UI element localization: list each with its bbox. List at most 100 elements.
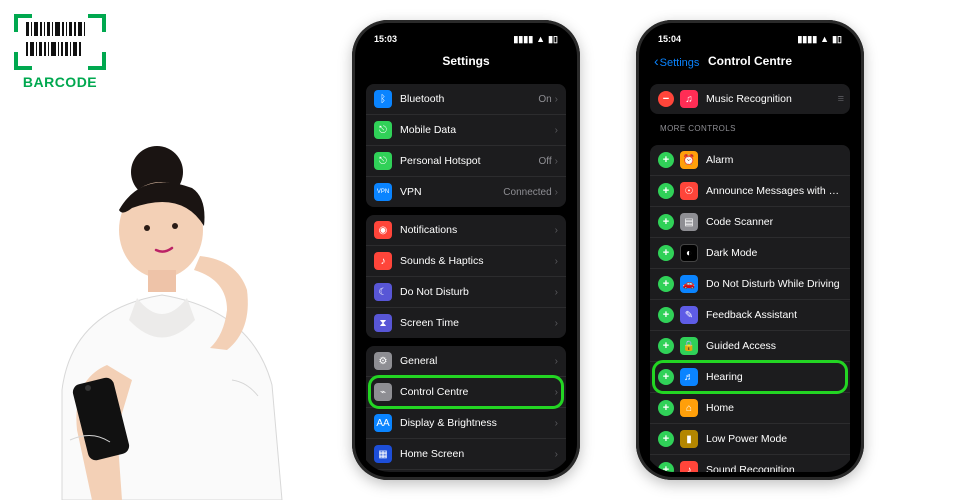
settings-row-control-centre[interactable]: ⌁ Control Centre› [366, 376, 566, 407]
more-row-dark-mode[interactable]: +◐Dark Mode [650, 237, 850, 268]
settings-group: ◉ Notifications › ♪Sounds & Haptics› ☾ Do Not… [366, 215, 566, 338]
settings-row-mobile-data[interactable]: ⎋ Mobile Data› [366, 114, 566, 145]
settings-row-sounds-haptics[interactable]: ♪Sounds & Haptics› [366, 245, 566, 276]
row-label: Notifications [400, 224, 555, 236]
vpn-icon: VPN [374, 183, 392, 201]
more-row-do-not-disturb-while-driving[interactable]: + 🚗 Do Not Disturb While Driving [650, 268, 850, 299]
settings-row-do-not-disturb[interactable]: ☾ Do Not Disturb› [366, 276, 566, 307]
music-icon: ♫ [680, 90, 698, 108]
add-button[interactable]: + [658, 245, 674, 261]
wifi-icon: ▲ [536, 34, 545, 44]
settings-row-general[interactable]: ⚙General› [366, 346, 566, 376]
darkmode-icon: ◐ [680, 244, 698, 262]
row-label: Alarm [706, 154, 842, 166]
status-time: 15:04 [658, 34, 681, 44]
display-icon: AA [374, 414, 392, 432]
add-button[interactable]: + [658, 214, 674, 230]
chevron-right-icon: › [555, 287, 558, 298]
more-controls-group: +⏰Alarm+☉Announce Messages with Siri+▤Co… [650, 145, 850, 472]
row-label: Mobile Data [400, 124, 555, 136]
battery-icon: ▮ [680, 430, 698, 448]
add-button[interactable]: + [658, 307, 674, 323]
car-icon: 🚗 [680, 275, 698, 293]
more-controls-header: MORE CONTROLS [650, 114, 850, 137]
notch [702, 28, 798, 46]
antenna-icon: ⎋ [374, 121, 392, 139]
grid-icon: ▦ [374, 445, 392, 463]
more-row-hearing[interactable]: +♬Hearing [650, 361, 850, 392]
switches-icon: ⌁ [374, 383, 392, 401]
chevron-right-icon: › [555, 94, 558, 105]
moon-icon: ☾ [374, 283, 392, 301]
remove-button[interactable]: − [658, 91, 674, 107]
more-row-home[interactable]: + ⌂ Home [650, 392, 850, 423]
status-time: 15:03 [374, 34, 397, 44]
row-label: Music Recognition [706, 93, 838, 105]
row-label: Do Not Disturb While Driving [706, 278, 842, 290]
more-row-feedback-assistant[interactable]: +✎Feedback Assistant [650, 299, 850, 330]
add-button[interactable]: + [658, 400, 674, 416]
settings-row-screen-time[interactable]: ⧗Screen Time› [366, 307, 566, 338]
add-button[interactable]: + [658, 276, 674, 292]
drag-handle-icon[interactable]: ≡ [838, 93, 842, 105]
settings-row-notifications[interactable]: ◉Notifications› [366, 215, 566, 245]
link-icon: ⎋ [374, 152, 392, 170]
page-title: Control Centre [708, 54, 792, 68]
add-button[interactable]: + [658, 152, 674, 168]
phone-settings: 15:03 ▮▮▮▮ ▲ ▮▯ Settings ᛒBluetoothOn› ⎋ M… [352, 20, 580, 480]
back-button[interactable]: Settings [654, 53, 699, 69]
signal-icon: ▮▮▮▮ [797, 34, 817, 45]
chevron-right-icon: › [555, 387, 558, 398]
settings-row-home-screen[interactable]: ▦Home Screen› [366, 438, 566, 469]
alarm-icon: ⏰ [680, 151, 698, 169]
chevron-right-icon: › [555, 356, 558, 367]
battery-icon: ▮▯ [832, 34, 842, 45]
row-label: Low Power Mode [706, 433, 842, 445]
add-button[interactable]: + [658, 462, 674, 472]
nav-header: Settings [360, 48, 572, 76]
settings-row-display-brightness[interactable]: AADisplay & Brightness› [366, 407, 566, 438]
add-button[interactable]: + [658, 431, 674, 447]
battery-icon: ▮▯ [548, 34, 558, 45]
logo-text: BARCODE [14, 74, 106, 90]
add-button[interactable]: + [658, 369, 674, 385]
row-label: Sound Recognition [706, 464, 842, 472]
chevron-right-icon: › [555, 187, 558, 198]
settings-row-bluetooth[interactable]: ᛒBluetoothOn› [366, 84, 566, 114]
row-label: Control Centre [400, 386, 555, 398]
add-button[interactable]: + [658, 338, 674, 354]
scanner-icon: ▤ [680, 213, 698, 231]
more-row-sound-recognition[interactable]: +♪Sound Recognition [650, 454, 850, 472]
home-icon: ⌂ [680, 399, 698, 417]
chevron-right-icon: › [555, 449, 558, 460]
row-label: Announce Messages with Siri [706, 185, 842, 197]
row-label: General [400, 355, 555, 367]
signal-icon: ▮▮▮▮ [513, 34, 533, 45]
settings-row-vpn[interactable]: VPNVPNConnected› [366, 176, 566, 207]
hourglass-icon: ⧗ [374, 314, 392, 332]
row-label: Do Not Disturb [400, 286, 555, 298]
more-row-announce-messages-with-siri[interactable]: + ☉ Announce Messages with Siri [650, 175, 850, 206]
settings-row-accessibility[interactable]: ◌Accessibility› [366, 469, 566, 472]
person-illustration [22, 130, 312, 500]
bell-icon: ◉ [374, 221, 392, 239]
more-row-guided-access[interactable]: +🔒Guided Access [650, 330, 850, 361]
row-label: VPN [400, 186, 503, 198]
announce-icon: ☉ [680, 182, 698, 200]
row-label: Home [706, 402, 842, 414]
more-row-code-scanner[interactable]: +▤Code Scanner [650, 206, 850, 237]
more-row-alarm[interactable]: + ⏰ Alarm [650, 145, 850, 175]
included-row-music-recognition[interactable]: −♫ Music Recognition≡ [650, 84, 850, 114]
notch [418, 28, 514, 46]
chevron-right-icon: › [555, 125, 558, 136]
add-button[interactable]: + [658, 183, 674, 199]
settings-row-personal-hotspot[interactable]: ⎋Personal HotspotOff› [366, 145, 566, 176]
page-title: Settings [442, 54, 489, 68]
barcode-logo: BARCODE [14, 14, 106, 90]
row-label: Feedback Assistant [706, 309, 842, 321]
chevron-right-icon: › [555, 418, 558, 429]
phone-control-centre: 15:04 ▮▮▮▮ ▲ ▮▯ Settings Control Centre … [636, 20, 864, 480]
row-label: Bluetooth [400, 93, 538, 105]
ear-icon: ♬ [680, 368, 698, 386]
more-row-low-power-mode[interactable]: + ▮ Low Power Mode [650, 423, 850, 454]
